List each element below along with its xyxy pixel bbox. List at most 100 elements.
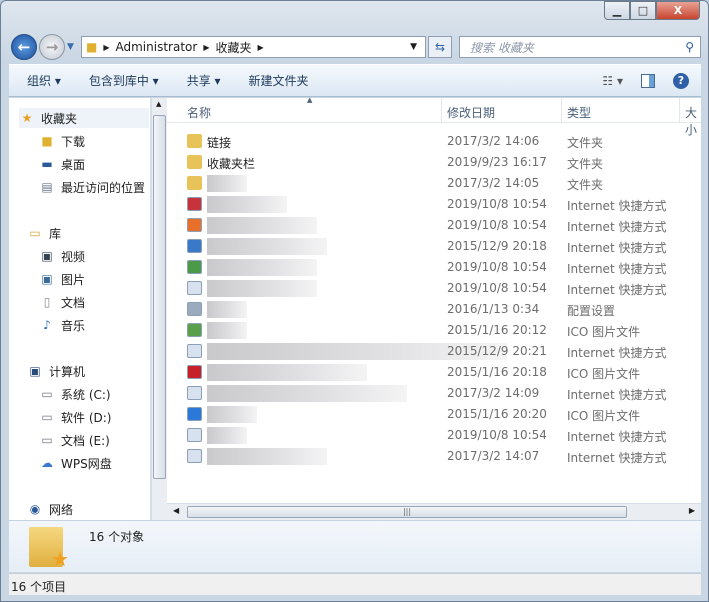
redacted-file-name [207,259,317,276]
file-type: Internet 快捷方式 [567,346,667,360]
redacted-file-name [207,280,317,297]
redacted-file-name [207,364,367,381]
breadcrumb-favorites[interactable]: 收藏夹 [215,39,251,56]
file-row[interactable]: 2015/1/16 20:18 ICO 图片文件 [167,362,701,383]
picture-icon: ▣ [41,272,53,286]
file-date: 2016/1/13 0:34 [447,302,540,316]
view-options-icon[interactable]: ☷ ▾ [602,74,623,88]
nav-label: 计算机 [49,364,86,379]
column-date[interactable]: 修改日期 [447,104,495,120]
file-row[interactable]: 2017/3/2 14:05 文件夹 [167,173,701,194]
file-row[interactable]: 2017/3/2 14:07 Internet 快捷方式 [167,446,701,467]
maximize-button[interactable]: □ [630,1,656,20]
scroll-right-icon[interactable]: ▶ [689,506,695,515]
redacted-file-name [207,448,327,465]
breadcrumb-arrow-icon[interactable]: ▶ [257,43,263,52]
nav-drive-e[interactable]: ▭ 文档 (E:) [39,430,109,450]
search-input[interactable]: 搜索 收藏夹 ⚲ [459,36,701,58]
nav-drive-c[interactable]: ▭ 系统 (C:) [39,384,110,404]
shortcut-icon [187,281,202,295]
nav-recent[interactable]: ▤ 最近访问的位置 [39,177,145,197]
organize-button[interactable]: 组织 ▾ [27,72,61,89]
nav-libraries[interactable]: ▭ 库 [27,223,61,243]
share-button[interactable]: 共享 ▾ [187,72,221,89]
recent-pages-dropdown-icon[interactable]: ▼ [67,42,74,52]
breadcrumb-administrator[interactable]: Administrator [116,40,198,54]
file-row[interactable]: 2019/10/8 10:54 Internet 快捷方式 [167,425,701,446]
redacted-file-name [207,238,327,255]
column-size[interactable]: 大小 [685,104,701,137]
file-row[interactable]: 2015/1/16 20:20 ICO 图片文件 [167,404,701,425]
search-icon[interactable]: ⚲ [685,40,694,54]
file-row[interactable]: 2019/10/8 10:54 Internet 快捷方式 [167,278,701,299]
nav-pictures[interactable]: ▣ 图片 [39,269,85,289]
file-row[interactable]: 2015/12/9 20:18 Internet 快捷方式 [167,236,701,257]
item-count: 16 个对象 [89,530,145,544]
scroll-left-icon[interactable]: ◀ [173,506,179,515]
column-divider[interactable] [441,98,442,123]
redacted-file-name [207,427,247,444]
redacted-file-name [207,322,247,339]
nav-downloads[interactable]: ■ 下载 [39,131,85,151]
refresh-button[interactable]: ⇆ [428,36,452,58]
nav-videos[interactable]: ▣ 视频 [39,246,85,266]
nav-network[interactable]: ◉ 网络 [27,499,73,519]
breadcrumb-arrow-icon[interactable]: ▶ [203,43,209,52]
file-type: 文件夹 [567,136,604,150]
file-date: 2015/12/9 20:21 [447,344,547,358]
file-row[interactable]: 2019/10/8 10:54 Internet 快捷方式 [167,257,701,278]
nav-scroll-thumb[interactable] [153,115,166,479]
column-divider[interactable] [561,98,562,123]
column-header: 名称 ▲ 修改日期 类型 大小 [167,96,701,137]
file-name: 链接 [207,136,232,150]
redacted-file-name [207,175,247,192]
file-row[interactable]: 收藏夹栏 2019/9/23 16:17 文件夹 [167,152,701,173]
nav-documents[interactable]: ▯ 文档 [39,292,85,312]
address-dropdown-icon[interactable]: ▼ [410,42,417,52]
column-name[interactable]: 名称 [187,104,211,120]
file-date: 2015/12/9 20:18 [447,239,547,253]
favorites-large-icon: ★ [29,527,69,571]
file-date: 2017/3/2 14:05 [447,176,540,190]
nav-favorites[interactable]: ★ 收藏夹 [19,108,149,128]
nav-computer[interactable]: ▣ 计算机 [27,361,85,381]
horizontal-scrollbar[interactable]: ◀ ||| ▶ [167,503,701,520]
breadcrumb-arrow-icon[interactable]: ▶ [103,43,109,52]
nav-music[interactable]: ♪ 音乐 [39,315,85,335]
navigation-pane: ★ 收藏夹 ■ 下载 ▬ 桌面 ▤ 最近访问的位置 ▭ 库 ▣ 视频 ▣ 图片 ▯ 文档 ♪ 音乐… [9,98,151,520]
sort-ascending-icon: ▲ [307,96,313,104]
file-row[interactable]: 2019/10/8 10:54 Internet 快捷方式 [167,215,701,236]
horizontal-scroll-thumb[interactable]: ||| [187,506,627,518]
file-type: 文件夹 [567,157,604,171]
help-icon[interactable]: ? [673,72,689,89]
address-bar[interactable]: ■ ▶ Administrator ▶ 收藏夹 ▶ ▼ [81,36,426,58]
back-button[interactable]: ← [11,34,37,60]
file-row[interactable]: 2016/1/13 0:34 配置设置 [167,299,701,320]
include-in-library-button[interactable]: 包含到库中 ▾ [89,72,159,89]
forward-button[interactable]: → [39,34,65,60]
minimize-button[interactable]: ▁ [604,1,630,20]
file-row[interactable]: 链接 2017/3/2 14:06 文件夹 [167,131,701,152]
nav-wps-cloud[interactable]: ☁ WPS网盘 [39,453,112,473]
file-row[interactable]: 2017/3/2 14:09 Internet 快捷方式 [167,383,701,404]
file-row[interactable]: 2015/1/16 20:12 ICO 图片文件 [167,320,701,341]
nav-scrollbar[interactable]: ▲ [151,98,167,520]
nav-drive-d[interactable]: ▭ 软件 (D:) [39,407,111,427]
file-row[interactable]: 2015/12/9 20:21 Internet 快捷方式 [167,341,701,362]
image-icon [187,407,202,421]
scroll-up-icon[interactable]: ▲ [156,100,161,108]
folder-icon [187,134,202,148]
nav-desktop[interactable]: ▬ 桌面 [39,154,85,174]
video-icon: ▣ [41,249,53,263]
shortcut-icon [187,260,202,274]
file-row[interactable]: 2019/10/8 10:54 Internet 快捷方式 [167,194,701,215]
preview-pane-icon[interactable] [641,73,655,88]
shortcut-icon [187,197,202,211]
column-type[interactable]: 类型 [567,104,591,120]
file-type: Internet 快捷方式 [567,283,667,297]
computer-icon: ▣ [29,364,41,378]
file-type: Internet 快捷方式 [567,199,667,213]
close-button[interactable]: X [656,1,700,20]
new-folder-button[interactable]: 新建文件夹 [249,72,309,89]
column-divider[interactable] [679,98,680,123]
